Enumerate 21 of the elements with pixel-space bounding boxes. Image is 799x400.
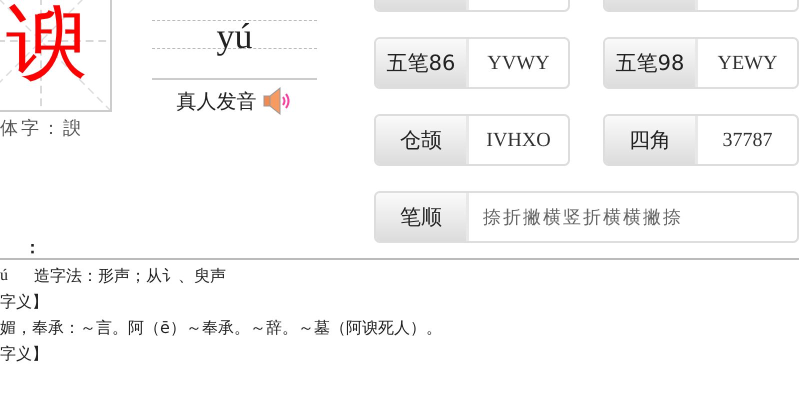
audio-label: 真人发音 xyxy=(176,88,256,114)
pinyin-text: yú xyxy=(216,18,252,54)
definition-text: 媚，奉承：～言。阿（ē）～奉承。～辞。～墓（阿谀死人）。 xyxy=(0,317,442,339)
code-value: IVHXO xyxy=(485,128,552,152)
code-label: 五笔86 xyxy=(376,39,469,87)
code-label: 仓颉 xyxy=(376,116,469,164)
code-value: 37787 xyxy=(722,128,774,152)
speaker-icon[interactable] xyxy=(262,86,292,116)
code-value: YVWY xyxy=(486,50,551,76)
variant-text: 体字：諛 xyxy=(0,117,84,140)
pinyin-text: ú xyxy=(0,266,8,286)
stroke-label: 笔顺 xyxy=(376,193,469,241)
character-glyph: 谀 xyxy=(6,2,88,84)
stroke-order-value: 捺折撇横竖折横横撇捺 xyxy=(482,206,684,230)
code-label: 四角 xyxy=(605,116,698,164)
code-label: 五笔98 xyxy=(605,39,698,87)
definition-text: 字义】 xyxy=(0,343,48,365)
definition-text: 造字法：形声；从讠、臾声 xyxy=(34,265,226,287)
code-value: YEWY xyxy=(716,50,778,76)
section-heading: ： xyxy=(24,238,41,258)
definition-text: 字义】 xyxy=(0,291,48,313)
